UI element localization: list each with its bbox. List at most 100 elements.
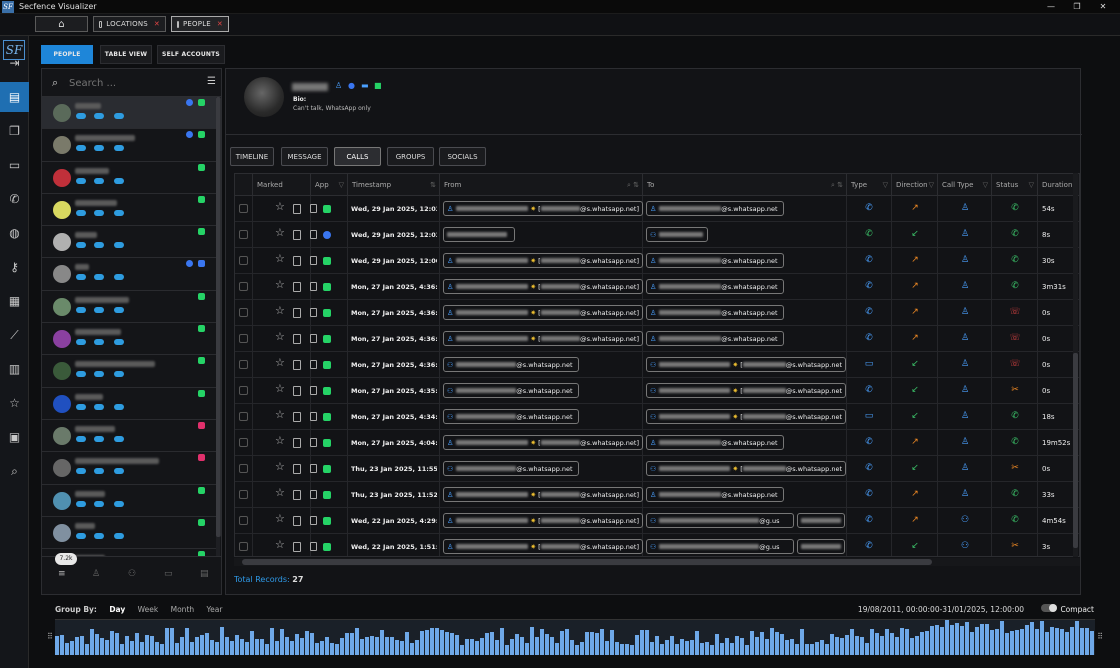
table-view-button[interactable]: TABLE VIEW	[100, 45, 152, 64]
star-icon[interactable]: ☆	[275, 538, 285, 551]
to-chip[interactable]: ⚇ @g.us	[646, 539, 794, 554]
to-chip[interactable]: ⚇ ✷[@s.whatsapp.net	[646, 461, 846, 476]
bookmark-icon[interactable]	[293, 386, 301, 396]
contact-item[interactable]	[42, 323, 217, 356]
contact-item[interactable]	[42, 129, 217, 162]
to-chip[interactable]: ⚇	[646, 227, 708, 242]
row-checkbox[interactable]	[239, 542, 248, 551]
contact-item[interactable]	[42, 517, 217, 550]
bookmark-icon[interactable]	[293, 412, 301, 422]
group-by-day[interactable]: Day	[109, 605, 125, 614]
star-icon[interactable]: ☆	[0, 388, 29, 418]
globe-icon[interactable]: ◍	[0, 218, 29, 248]
contact-item[interactable]	[42, 194, 217, 227]
contact-item[interactable]	[42, 226, 217, 259]
contact-item[interactable]	[42, 420, 217, 453]
to-chip[interactable]: ♙ @s.whatsapp.net	[646, 279, 784, 294]
to-chip[interactable]: ♙ @s.whatsapp.net	[646, 201, 784, 216]
group-by-month[interactable]: Month	[171, 605, 195, 614]
star-icon[interactable]: ☆	[275, 304, 285, 317]
bookmark-icon[interactable]	[293, 516, 301, 526]
col-direction[interactable]: Direction ▽	[892, 174, 938, 196]
table-row[interactable]: ☆Thu, 23 Jan 2025, 11:52:36♙✷[@s.whatsap…	[235, 482, 1079, 508]
table-row[interactable]: ☆ Mon, 27 Jan 2025, 4:36:18 ⚇ @s.whatsapp.n…	[235, 352, 1079, 378]
from-chip[interactable]: ♙ ✷[@s.whatsapp.net]	[443, 513, 643, 528]
select-all-header[interactable]	[235, 174, 253, 196]
tab-message[interactable]: MESSAGE	[281, 147, 328, 166]
contact-item[interactable]	[42, 452, 217, 485]
image-icon[interactable]: ▣	[0, 422, 29, 452]
group-by-week[interactable]: Week	[138, 605, 159, 614]
row-checkbox[interactable]	[239, 204, 248, 213]
from-chip[interactable]: ♙ ✷[@s.whatsapp.net]	[443, 279, 643, 294]
star-icon[interactable]: ☆	[275, 226, 285, 239]
table-vertical-scrollbar[interactable]	[1073, 173, 1078, 557]
logout-icon[interactable]: ⇥	[0, 48, 29, 78]
compact-toggle[interactable]	[1041, 604, 1057, 612]
from-chip[interactable]	[443, 227, 515, 242]
row-checkbox[interactable]	[239, 308, 248, 317]
star-icon[interactable]: ☆	[275, 434, 285, 447]
to-chip[interactable]: ♙ @s.whatsapp.net	[646, 487, 784, 502]
from-chip[interactable]: ⚇ @s.whatsapp.net	[443, 383, 579, 398]
to-chip[interactable]: ♙ @s.whatsapp.net	[646, 435, 784, 450]
star-icon[interactable]: ☆	[275, 252, 285, 265]
bookmark-icon[interactable]	[293, 464, 301, 474]
contacts-book-icon[interactable]: ▤	[0, 82, 29, 112]
table-horizontal-scrollbar[interactable]	[234, 558, 1080, 566]
drag-handle-right-icon[interactable]: ⠿	[1097, 632, 1103, 641]
contact-item[interactable]	[42, 258, 217, 291]
contact-item[interactable]	[42, 162, 217, 194]
star-icon[interactable]: ☆	[275, 486, 285, 499]
bookmark-icon[interactable]	[293, 490, 301, 500]
contact-item[interactable]	[42, 97, 217, 130]
list-icon[interactable]: ≡	[58, 569, 66, 579]
table-row[interactable]: ☆Wed, 22 Jan 2025, 4:29:49♙✷[@s.whatsapp…	[235, 508, 1079, 534]
col-type[interactable]: Type ▽	[847, 174, 892, 196]
star-icon[interactable]: ☆	[275, 460, 285, 473]
from-chip[interactable]: ♙ ✷[@s.whatsapp.net]	[443, 435, 643, 450]
star-icon[interactable]: ☆	[275, 356, 285, 369]
tab-timeline[interactable]: TIMELINE	[230, 147, 274, 166]
col-app[interactable]: App ▽	[311, 174, 348, 196]
row-checkbox[interactable]	[239, 360, 248, 369]
row-checkbox[interactable]	[239, 516, 248, 525]
to-chip[interactable]: ♙ @s.whatsapp.net	[646, 331, 784, 346]
close-tab-icon[interactable]: ✕	[154, 20, 160, 28]
row-checkbox[interactable]	[239, 334, 248, 343]
from-chip[interactable]: ⚇ @s.whatsapp.net	[443, 357, 579, 372]
contact-scrollbar[interactable]	[216, 97, 221, 557]
filter-icon[interactable]: ▽	[1029, 174, 1034, 196]
bookmark-icon[interactable]	[293, 360, 301, 370]
from-chip[interactable]: ♙ ✷[@s.whatsapp.net]	[443, 305, 643, 320]
notes-icon[interactable]: ▥	[0, 354, 29, 384]
table-row[interactable]: ☆ Wed, 29 Jan 2025, 12:03:2 ⚇ ✆ ↙ ♙ ✆ 8s	[235, 222, 1079, 248]
maximize-icon[interactable]: ❐	[1064, 0, 1090, 14]
star-icon[interactable]: ☆	[275, 200, 285, 213]
to-chip[interactable]: ⚇ @g.us	[646, 513, 794, 528]
row-checkbox[interactable]	[239, 464, 248, 473]
from-chip[interactable]: ♙ ✷[@s.whatsapp.net]	[443, 201, 643, 216]
filter-icon[interactable]: ▽	[929, 174, 934, 196]
col-status[interactable]: Status ▽	[992, 174, 1038, 196]
table-row[interactable]: ☆ Thu, 23 Jan 2025, 11:55:53 ⚇ @s.whatsapp.…	[235, 456, 1079, 482]
filter-icon[interactable]: ☰	[207, 76, 216, 87]
row-checkbox[interactable]	[239, 256, 248, 265]
filter-icon[interactable]: ▽	[983, 174, 988, 196]
from-chip[interactable]: ♙ ✷[@s.whatsapp.net]	[443, 331, 643, 346]
contact-item[interactable]	[42, 388, 217, 420]
group-by-year[interactable]: Year	[207, 605, 223, 614]
search-icon[interactable]: ⌕	[0, 456, 29, 486]
table-row[interactable]: ☆ Mon, 27 Jan 2025, 4:34:48 ⚇ @s.whatsapp.n…	[235, 404, 1079, 430]
bookmark-icon[interactable]	[293, 256, 301, 266]
row-checkbox[interactable]	[239, 438, 248, 447]
person-icon[interactable]: ♙	[92, 569, 100, 579]
table-row[interactable]: ☆Mon, 27 Jan 2025, 4:36:43♙✷[@s.whatsapp…	[235, 300, 1079, 326]
group-icon[interactable]: ⚇	[128, 569, 136, 579]
contact-item[interactable]	[42, 355, 217, 388]
map-icon[interactable]: ▦	[0, 286, 29, 316]
row-checkbox[interactable]	[239, 412, 248, 421]
star-icon[interactable]: ☆	[275, 408, 285, 421]
from-chip[interactable]: ♙ ✷[@s.whatsapp.net]	[443, 253, 643, 268]
search-sort-icon[interactable]: ⌕ ⇅	[831, 174, 843, 196]
